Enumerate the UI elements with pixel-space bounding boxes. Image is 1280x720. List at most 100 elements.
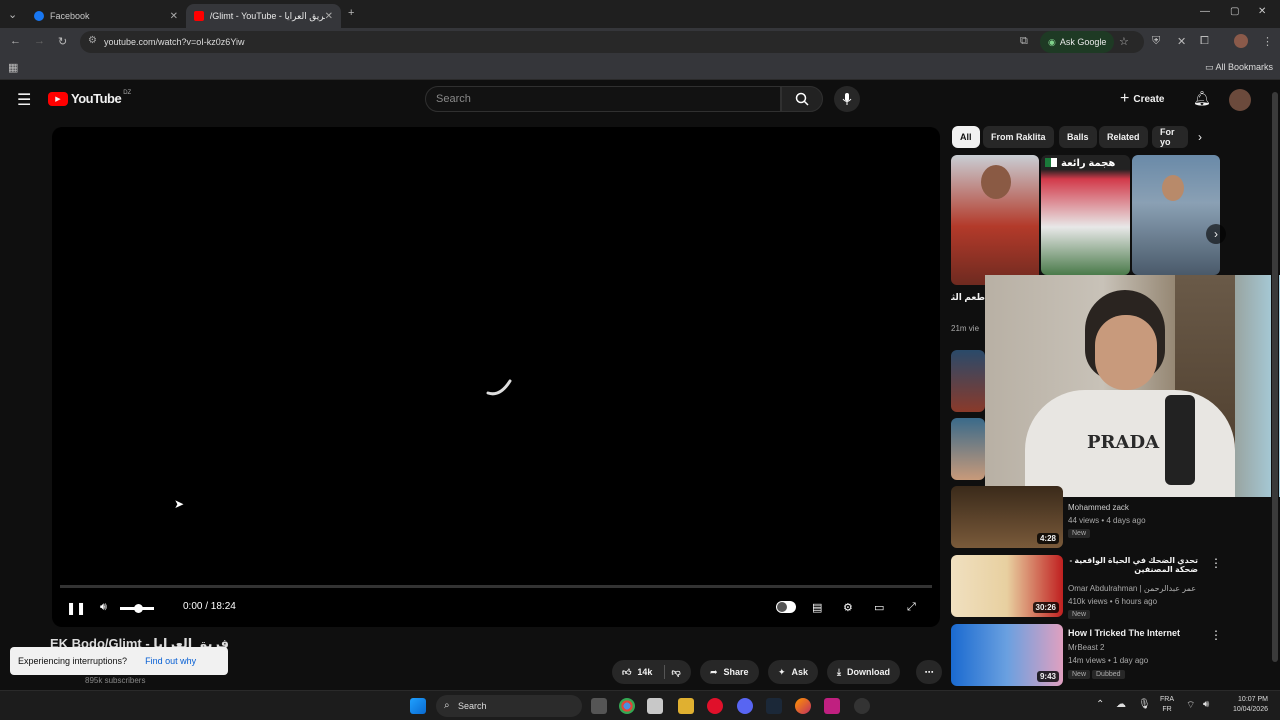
youtube-logo[interactable]: ▶ YouTube DZ	[48, 90, 131, 106]
video-player[interactable]: ➤ ❚❚ 🔊︎ 0:00 / 18:24 ▤ ⚙ ▭ ⤢	[52, 127, 940, 627]
chip-all[interactable]: All	[952, 126, 980, 148]
channel-name[interactable]: Omar Abdulrahman | عمر عبدالرحمن	[1068, 584, 1203, 593]
video-title[interactable]: تحدي الضحك في الحياة الواقعية - ضحكة الم…	[1068, 556, 1198, 580]
voice-search-button[interactable]	[834, 86, 860, 112]
shorts-next-icon[interactable]: ›	[1206, 224, 1226, 244]
progress-bar[interactable]	[60, 585, 932, 588]
find-out-why-link[interactable]: Find out why	[145, 656, 196, 666]
app-icon[interactable]	[824, 698, 840, 714]
short-thumbnail[interactable]	[1132, 155, 1220, 275]
app-icon[interactable]	[647, 698, 663, 714]
restore-icon[interactable]: ▢	[1230, 6, 1239, 17]
scrollbar-thumb[interactable]	[1272, 92, 1278, 662]
opera-icon[interactable]	[707, 698, 723, 714]
video-thumbnail[interactable]: 30:26	[951, 555, 1063, 617]
taskbar-search[interactable]: ⌕ Search	[436, 695, 582, 717]
language-indicator[interactable]: FRA FR	[1160, 695, 1174, 715]
pause-button[interactable]: ❚❚	[66, 601, 86, 615]
search-input[interactable]: Search	[425, 86, 781, 112]
chip-from-raklita[interactable]: From Raklita	[983, 126, 1054, 148]
profile-avatar[interactable]	[1234, 34, 1248, 48]
site-info-icon[interactable]: ⚙	[88, 35, 97, 46]
search-button[interactable]	[781, 86, 823, 112]
chrome-icon[interactable]	[619, 698, 635, 714]
minimize-icon[interactable]: —	[1200, 6, 1210, 17]
bookmark-star-icon[interactable]: ☆	[1119, 35, 1129, 48]
extensions-icon[interactable]: ⧠	[1200, 35, 1209, 48]
chip-for-you[interactable]: For yo	[1152, 126, 1188, 148]
create-button[interactable]: + Create	[1120, 88, 1164, 110]
account-avatar[interactable]	[1229, 89, 1251, 111]
all-bookmarks-folder[interactable]: ▭ All Bookmarks	[1205, 62, 1273, 73]
cloud-icon[interactable]: ☁	[1116, 699, 1126, 710]
autoplay-toggle[interactable]	[776, 601, 796, 613]
share-label: Share	[723, 667, 749, 677]
channel-name[interactable]: MrBeast 2	[1068, 643, 1104, 652]
close-icon[interactable]: ✕	[325, 11, 333, 22]
more-dots-icon: ⋯	[924, 666, 934, 677]
toggle-knob	[777, 602, 787, 612]
file-explorer-icon[interactable]	[678, 698, 694, 714]
person-face	[981, 165, 1011, 199]
share-button[interactable]: ➦ Share	[700, 660, 759, 684]
video-menu-icon[interactable]: ⋮	[1210, 628, 1222, 642]
tab-search-icon[interactable]: ⌄	[8, 8, 17, 21]
back-icon[interactable]: ←	[10, 35, 21, 47]
speaker-icon[interactable]: 🔊︎	[1203, 699, 1209, 710]
chip-related[interactable]: Related	[1099, 126, 1148, 148]
theater-mode-icon[interactable]: ▭	[874, 601, 884, 614]
tray-chevron-icon[interactable]: ⌃	[1096, 699, 1104, 710]
volume-button[interactable]: 🔊︎	[100, 601, 107, 614]
volume-slider[interactable]	[120, 604, 154, 613]
ask-button[interactable]: ✦ Ask	[768, 660, 819, 684]
short-thumbnail[interactable]	[951, 155, 1039, 285]
apps-grid-icon[interactable]: ▦	[8, 61, 18, 74]
url-bar[interactable]: ⚙ youtube.com/watch?v=oI-kz0z6Yiw	[80, 31, 1144, 53]
channel-name[interactable]: Mohammed zack	[1068, 503, 1129, 512]
menu-dots-icon[interactable]: ⋮	[1262, 35, 1273, 48]
more-actions-button[interactable]: ⋯	[916, 660, 942, 684]
short-thumbnail[interactable]: هجمة رائعة	[1041, 155, 1130, 275]
volume-slider-handle[interactable]	[134, 604, 143, 613]
wifi-icon[interactable]: ⌔	[1186, 699, 1195, 712]
close-window-icon[interactable]: ✕	[1258, 6, 1266, 17]
forward-icon[interactable]: →	[34, 35, 45, 47]
chips-next-icon[interactable]: ›	[1198, 130, 1202, 144]
keyboard-layout: FR	[1162, 706, 1172, 713]
cast-icon[interactable]: ⧉	[1020, 35, 1028, 48]
windows-start-icon[interactable]	[410, 698, 426, 714]
like-button[interactable]: 👍︎ 14k 👎︎	[612, 660, 691, 684]
close-icon[interactable]: ✕	[170, 11, 178, 22]
fullscreen-icon[interactable]: ⤢	[907, 601, 916, 614]
video-thumbnail[interactable]: 4:28	[951, 486, 1063, 548]
subtitles-icon[interactable]: ▤	[812, 601, 822, 614]
hamburger-menu-icon[interactable]: ☰	[17, 90, 31, 110]
mic-tray-icon[interactable]: 🎙︎	[1138, 699, 1151, 710]
download-button[interactable]: ⤓ Download	[827, 660, 900, 684]
bookmarks-bar: ▦ ▭ All Bookmarks	[0, 56, 1280, 80]
video-title[interactable]: How I Tricked The Internet	[1068, 628, 1180, 638]
clock[interactable]: 10:07 PM 10/04/2026	[1222, 695, 1268, 715]
discord-icon[interactable]	[737, 698, 753, 714]
tab-youtube[interactable]: /Glimt - YouTube - فريق العرايا ✕	[186, 4, 341, 28]
tab-facebook[interactable]: Facebook ✕	[26, 4, 186, 28]
video-menu-icon[interactable]: ⋮	[1210, 556, 1222, 570]
firefox-icon[interactable]	[795, 698, 811, 714]
shield-icon[interactable]: ⛨	[1152, 35, 1160, 48]
settings-gear-icon[interactable]: ⚙	[843, 601, 853, 614]
new-tab-icon[interactable]: +	[348, 7, 354, 19]
notifications-bell-icon[interactable]: 🔔︎	[1193, 90, 1211, 107]
video-thumbnail[interactable]	[951, 350, 985, 412]
extension-x-icon[interactable]: ✕	[1177, 35, 1186, 48]
reload-icon[interactable]: ↻	[58, 35, 67, 48]
app-icon[interactable]	[854, 698, 870, 714]
ask-google-button[interactable]: ◉ Ask Google	[1040, 31, 1115, 53]
video-thumbnail[interactable]: 9:43	[951, 624, 1063, 686]
task-view-icon[interactable]	[591, 698, 607, 714]
chip-balls[interactable]: Balls	[1059, 126, 1097, 148]
thumbs-down-icon[interactable]: 👎︎	[671, 667, 680, 678]
page-scrollbar[interactable]	[1271, 84, 1279, 688]
steam-icon[interactable]	[766, 698, 782, 714]
video-thumbnail[interactable]	[951, 418, 985, 480]
search-icon: ⌕	[444, 700, 450, 711]
